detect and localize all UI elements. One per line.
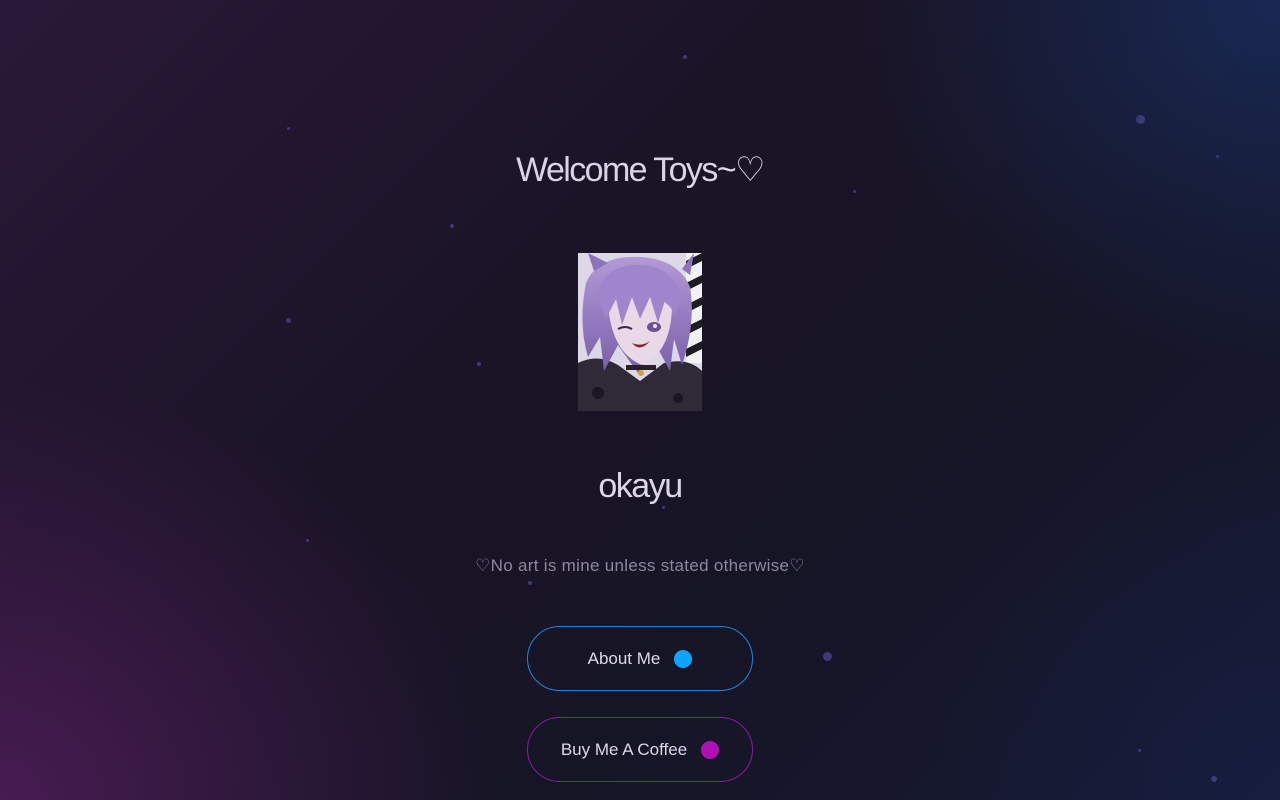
- avatar: [578, 253, 702, 411]
- particle: [477, 362, 481, 366]
- page: Welcome Toys~♡ okayu ♡No art is mine unl…: [0, 0, 1280, 800]
- particle: [853, 190, 856, 193]
- particle: [1136, 115, 1145, 124]
- particle: [306, 539, 309, 542]
- particle: [1211, 776, 1217, 782]
- particle: [683, 55, 687, 59]
- particle: [662, 506, 665, 509]
- username: okayu: [598, 467, 683, 505]
- buy-me-a-coffee-button[interactable]: Buy Me A Coffee: [527, 717, 753, 782]
- welcome-heading: Welcome Toys~♡: [516, 151, 765, 189]
- particle: [286, 318, 291, 323]
- particle: [450, 224, 454, 228]
- buy-me-a-coffee-label: Buy Me A Coffee: [560, 739, 688, 759]
- profile-tagline: ♡No art is mine unless stated otherwise♡: [475, 556, 805, 575]
- about-me-label: About Me: [587, 648, 661, 668]
- particle: [823, 652, 832, 661]
- about-indicator-dot: [674, 649, 693, 668]
- particle: [1138, 749, 1141, 752]
- particle: [528, 581, 532, 585]
- coffee-indicator-dot: [701, 740, 720, 759]
- about-me-button[interactable]: About Me: [527, 626, 753, 691]
- avatar-illustration: [578, 253, 702, 411]
- particle: [287, 127, 290, 130]
